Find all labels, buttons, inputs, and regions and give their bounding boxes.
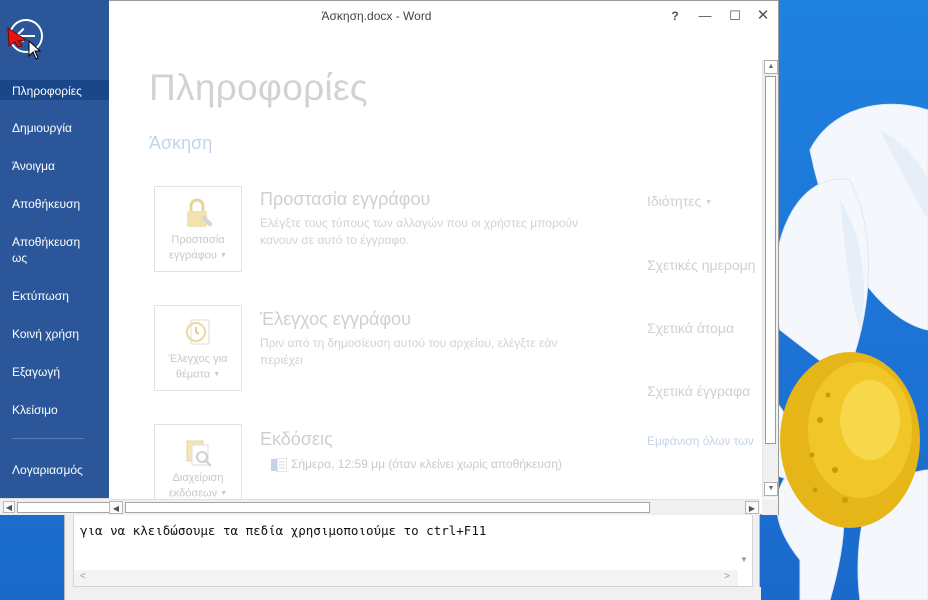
- outer-scroll-thumb[interactable]: [17, 502, 109, 513]
- note-scroll-down-icon[interactable]: ▼: [740, 555, 748, 564]
- nav-item-share[interactable]: Κοινή χρήση: [0, 326, 109, 342]
- nav-item-info[interactable]: Πληροφορίες: [0, 80, 109, 100]
- window-title: Άσκηση.docx - Word: [321, 9, 432, 23]
- maximize-button[interactable]: ☐: [721, 5, 749, 27]
- note-scroll-right-icon[interactable]: >: [724, 571, 730, 582]
- nav-divider: [12, 438, 84, 439]
- word-document-icon: [271, 458, 287, 472]
- manage-versions-button[interactable]: Διαχείριση εκδόσεων ▼: [154, 424, 242, 499]
- backstage-info-pane: Πληροφορίες Άσκηση Προστασία εγγράφου ▼ …: [109, 33, 763, 499]
- minimize-button[interactable]: —: [691, 5, 719, 27]
- inspect-tile-label: Έλεγχος για θέματα ▼: [155, 352, 241, 382]
- protect-tile-label-line1: Προστασία: [171, 234, 225, 246]
- inspect-document-icon: [186, 319, 210, 345]
- related-dates-heading: Σχετικές ημερομη: [647, 257, 756, 273]
- mouse-pointer-icon: [28, 40, 42, 60]
- outer-horizontal-scrollbar[interactable]: ◀: [0, 498, 109, 515]
- protect-heading: Προστασία εγγράφου: [260, 189, 431, 209]
- dropdown-caret-icon: ▼: [219, 252, 227, 259]
- inspect-heading: Έλεγχος εγγράφου: [260, 309, 411, 329]
- properties-dropdown[interactable]: Ιδιότητες ▼: [647, 193, 712, 209]
- versions-tile-label-line1: Διαχείριση: [172, 472, 224, 484]
- note-text: για να κλειδώσουμε τα πεδία χρησιμοποιού…: [80, 523, 487, 538]
- version-entry-text: Σήμερα, 12:59 μμ (όταν κλείνει χωρίς απο…: [291, 457, 563, 471]
- backstage-nav: Πληροφορίες Δημιουργία Άνοιγμα Αποθήκευσ…: [0, 0, 109, 498]
- nav-item-save[interactable]: Αποθήκευση: [0, 196, 109, 212]
- scroll-down-icon[interactable]: ▼: [764, 482, 778, 496]
- inspect-tile-label-line1: Έλεγχος για: [168, 353, 228, 365]
- dropdown-caret-icon: ▼: [220, 490, 228, 497]
- word-window: Άσκηση.docx - Word ? — ☐ ✕ Πληροφορίες Ά…: [109, 0, 779, 515]
- nav-item-close[interactable]: Κλείσιμο: [0, 402, 109, 418]
- note-window: για να κλειδώσουμε τα πεδία χρησιμοποιού…: [64, 515, 761, 600]
- scroll-right-icon[interactable]: ▶: [745, 501, 759, 514]
- document-name: Άσκηση: [149, 133, 213, 153]
- nav-item-open[interactable]: Άνοιγμα: [0, 158, 109, 174]
- note-scroll-left-icon[interactable]: <: [80, 571, 86, 582]
- versions-tile-label: Διαχείριση εκδόσεων ▼: [155, 471, 241, 499]
- horizontal-scrollbar[interactable]: ◀ ▶: [109, 499, 760, 515]
- red-arrow-cursor-icon: [7, 27, 28, 48]
- check-for-issues-button[interactable]: Έλεγχος για θέματα ▼: [154, 305, 242, 391]
- protect-tile-label-line2: εγγράφου: [169, 249, 217, 262]
- properties-label: Ιδιότητες: [647, 193, 702, 209]
- page-title: Πληροφορίες: [149, 67, 368, 108]
- nav-item-print[interactable]: Εκτύπωση: [0, 288, 109, 304]
- nav-item-save-as[interactable]: Αποθήκευση ως: [0, 234, 96, 266]
- horizontal-scroll-thumb[interactable]: [125, 502, 650, 513]
- protect-document-button[interactable]: Προστασία εγγράφου ▼: [154, 186, 242, 272]
- vertical-scrollbar[interactable]: ▲ ▼: [762, 60, 778, 498]
- inspect-description: Πριν από τη δημοσίευση αυτού του αρχείου…: [260, 336, 558, 367]
- lock-icon: [187, 198, 213, 227]
- protect-description: Ελέγξτε τους τύπους των αλλαγών που οι χ…: [260, 216, 579, 247]
- related-people-heading: Σχετικά άτομα: [647, 320, 735, 336]
- protect-tile-label: Προστασία εγγράφου ▼: [155, 233, 241, 263]
- manage-versions-icon: [186, 440, 212, 467]
- dropdown-caret-icon: ▼: [705, 198, 713, 206]
- nav-item-new[interactable]: Δημιουργία: [0, 120, 109, 136]
- related-documents-heading: Σχετικά έγγραφα: [647, 383, 751, 399]
- scrollbar-corner: [762, 499, 778, 515]
- scroll-left-icon[interactable]: ◀: [3, 501, 15, 513]
- note-horizontal-scrollbar[interactable]: < >: [74, 570, 738, 586]
- inspect-tile-label-line2: θέματα: [175, 368, 211, 381]
- note-text-area[interactable]: για να κλειδώσουμε τα πεδία χρησιμοποιού…: [73, 515, 753, 587]
- help-button[interactable]: ?: [661, 5, 689, 27]
- close-button[interactable]: ✕: [749, 5, 777, 27]
- vertical-scroll-thumb[interactable]: [765, 76, 776, 444]
- dropdown-caret-icon: ▼: [213, 371, 221, 378]
- nav-item-export[interactable]: Εξαγωγή: [0, 364, 109, 380]
- scroll-up-icon[interactable]: ▲: [764, 60, 778, 74]
- show-all-properties-link[interactable]: Εμφάνιση όλων των: [647, 434, 754, 448]
- title-bar[interactable]: Άσκηση.docx - Word ? — ☐ ✕: [109, 1, 778, 33]
- versions-heading: Εκδόσεις: [260, 429, 333, 449]
- scroll-left-icon[interactable]: ◀: [109, 501, 123, 514]
- nav-item-account[interactable]: Λογαριασμός: [0, 462, 109, 478]
- versions-tile-label-line2: εκδόσεων: [168, 487, 218, 499]
- note-window-border: [65, 587, 761, 600]
